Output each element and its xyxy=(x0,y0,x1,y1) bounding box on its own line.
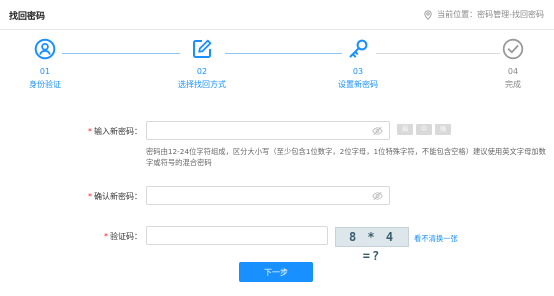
user-icon xyxy=(34,38,56,60)
new-password-field[interactable] xyxy=(146,121,390,143)
step-label: 选择找回方式 xyxy=(178,80,226,89)
location-path: 密码管理-找回密码 xyxy=(477,10,544,19)
step-label: 设置新密码 xyxy=(338,80,378,89)
check-circle-icon xyxy=(502,38,524,60)
required-mark: * xyxy=(88,192,92,201)
page-header: 找回密码 当前位置： 密码管理-找回密码 xyxy=(0,0,554,30)
confirm-password-field[interactable] xyxy=(146,186,390,208)
step-set-new-password: 03 设置新密码 xyxy=(318,38,398,90)
progress-steps: 01 身份验证 02 选择找回方式 03 设置新密码 04 完成 xyxy=(0,38,554,103)
captcha-field[interactable] xyxy=(146,226,328,248)
new-password-label: * 输入新密码： xyxy=(88,127,142,136)
step-number: 02 xyxy=(196,67,208,76)
strength-medium: 中 xyxy=(416,124,432,135)
strength-strong: 强 xyxy=(435,124,451,135)
captcha-text: 8 * 4 =? xyxy=(348,230,396,263)
required-mark: * xyxy=(88,127,92,136)
password-rules-hint: 密码由12-24位字符组成，区分大小写（至少包含1位数字，2位字母，1位特殊字符… xyxy=(146,147,546,167)
edit-icon xyxy=(193,39,212,58)
step-complete: 04 完成 xyxy=(473,38,553,90)
confirm-password-label: * 确认新密码： xyxy=(88,192,142,201)
step-label: 完成 xyxy=(505,80,521,89)
refresh-captcha-link[interactable]: 看不清换一张 xyxy=(414,234,458,244)
strength-weak: 弱 xyxy=(397,124,413,135)
required-mark: * xyxy=(104,232,108,241)
breadcrumb: 当前位置： 密码管理-找回密码 xyxy=(423,9,544,20)
new-password-input[interactable] xyxy=(147,126,389,143)
step-number: 03 xyxy=(352,67,364,76)
step-number: 04 xyxy=(507,67,519,76)
confirm-password-input[interactable] xyxy=(147,191,389,208)
eye-hidden-icon[interactable] xyxy=(372,191,383,201)
captcha-input[interactable] xyxy=(147,231,327,248)
location-pin-icon xyxy=(424,9,432,20)
next-step-button[interactable]: 下一步 xyxy=(239,262,313,282)
step-number: 01 xyxy=(39,67,51,76)
captcha-label: * 验证码： xyxy=(104,232,142,241)
step-choose-method: 02 选择找回方式 xyxy=(162,38,242,90)
location-label: 当前位置： xyxy=(437,10,478,19)
password-strength-meter: 弱 中 强 xyxy=(397,124,451,135)
eye-hidden-icon[interactable] xyxy=(372,126,383,136)
captcha-image[interactable]: 8 * 4 =? xyxy=(335,227,409,263)
step-label: 身份验证 xyxy=(29,80,61,89)
page-title: 找回密码 xyxy=(9,12,46,22)
step-identity-verification: 01 身份验证 xyxy=(5,38,85,90)
key-icon xyxy=(349,39,368,58)
